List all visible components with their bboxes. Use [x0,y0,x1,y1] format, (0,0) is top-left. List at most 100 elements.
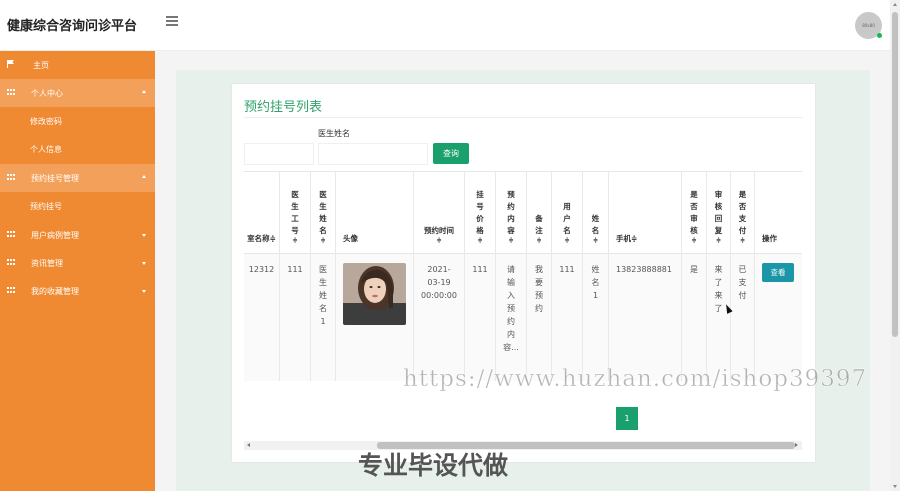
table-header[interactable]: 审 核 回 复 ≑ [707,172,730,254]
sidebar-item-label: 预约挂号管理 [31,174,79,183]
sidebar-item-home[interactable]: 主页 [0,51,155,79]
header-label: 头像 [343,234,358,243]
flag-icon [7,60,14,68]
sidebar-subitem-label: 个人信息 [30,145,62,154]
header-label: 操作 [762,234,777,243]
doctor-name-label: 医生姓名 [318,129,350,138]
cell-doctor-id: 111 [287,265,303,274]
sort-icon: ≑ [536,237,542,244]
table-header[interactable]: 用 户 名 ≑ [552,172,582,254]
table-column: 备 注 ≑ 我 要 预 约 [527,172,552,381]
doctor-name-input[interactable] [318,143,428,165]
table-cell: 111 [465,254,495,381]
sidebar-item-label: 用户病例管理 [31,231,79,240]
sort-icon: ≑ [564,237,570,244]
sort-icon: ≑ [292,237,298,244]
table-header[interactable]: 挂 号 价 格 ≑ [465,172,495,254]
table-column: 是 否 支 付 ≑ 已 支 付 [731,172,755,381]
sidebar-item-label: 资讯管理 [31,259,63,268]
top-bar: 健康综合咨询问诊平台 80x80 [0,0,890,51]
sort-icon: ≑ [477,237,483,244]
table-header[interactable]: 室名称≑ [244,172,279,254]
cell-content: 请 输 入 预 约 内 容... [503,265,519,352]
table-header[interactable]: 手机≑ [609,172,681,254]
cell-phone: 13823888881 [616,265,672,274]
menu-toggle-icon[interactable] [166,16,178,28]
sidebar-subitem-profile[interactable]: 个人信息 [0,135,155,163]
grid-icon [7,259,15,266]
scroll-down-icon[interactable] [893,485,897,488]
cell-time: 2021- 03-19 00:00:00 [421,265,457,300]
header-label: 手机 [616,234,631,243]
table-cell: 111 [552,254,582,381]
department-input[interactable] [244,143,314,165]
scroll-up-icon[interactable] [893,3,897,6]
table-column: 用 户 名 ≑ 111 [552,172,583,381]
table-column: 室名称≑ 12312 [244,172,280,381]
sidebar-item-favorites-management[interactable]: 我的收藏管理 [0,277,155,305]
vertical-scrollbar[interactable] [890,0,900,491]
table-header[interactable]: 姓 名 ≑ [583,172,608,254]
header-label: 审 核 回 复 [714,190,723,235]
header-label: 挂 号 价 格 [476,190,484,235]
table-header: 操作 [755,172,802,254]
sidebar-subitem-appointment[interactable]: 预约挂号 [0,192,155,220]
table-column: 预约时间 ≑ 2021- 03-19 00:00:00 [414,172,465,381]
sidebar: 主页 个人中心 修改密码 个人信息 预约挂号管理 预约挂号 用户病例管理 资讯管… [0,51,155,491]
chevron-down-icon [142,262,146,265]
grid-icon [7,174,15,181]
scrollbar-thumb[interactable] [892,12,898,337]
table-cell: 是 [682,254,706,381]
scroll-left-icon[interactable] [247,443,250,447]
table-cell: 我 要 预 约 [527,254,551,381]
cell-dept: 12312 [248,265,275,274]
sidebar-subitem-change-password[interactable]: 修改密码 [0,107,155,135]
header-label: 医 生 工 号 [291,190,299,235]
grid-icon [7,231,15,238]
table-header[interactable]: 是 否 支 付 ≑ [731,172,754,254]
header-label: 是 否 审 核 [690,190,698,235]
table-cell: 医 生 姓 名 1 [311,254,335,381]
table-header[interactable]: 备 注 ≑ [527,172,551,254]
table-column: 姓 名 ≑ 姓 名 1 [583,172,609,381]
grid-icon [7,287,15,294]
sidebar-item-appointment-management[interactable]: 预约挂号管理 [0,164,155,192]
sort-icon: ≑ [715,237,722,244]
table-header[interactable]: 是 否 审 核 ≑ [682,172,706,254]
cell-price: 111 [472,265,488,274]
table-header[interactable]: 预 约 内 容 ≑ [496,172,526,254]
table-column: 审 核 回 复 ≑ 来 了 来 了 [707,172,731,381]
appointment-table: 室名称≑ 12312 医 生 工 号 ≑ 111 医 生 姓 名 ≑ 医 生 姓 名… [244,171,802,381]
sidebar-item-case-management[interactable]: 用户病例管理 [0,221,155,249]
chevron-up-icon [142,175,146,178]
sort-icon: ≑ [320,237,326,244]
table-cell: 来 了 来 了 [707,254,730,381]
sidebar-subitem-label: 预约挂号 [30,202,62,211]
sort-icon: ≑ [436,237,442,244]
pagination-page-1[interactable]: 1 [616,407,638,430]
table-column: 预 约 内 容 ≑ 请 输 入 预 约 内 容... [496,172,527,381]
doctor-avatar-image [343,263,406,325]
sort-icon: ≑ [592,237,599,244]
table-column: 头像 [336,172,414,381]
sidebar-item-personal-center[interactable]: 个人中心 [0,79,155,107]
table-header[interactable]: 医 生 姓 名 ≑ [311,172,335,254]
scroll-right-icon[interactable] [795,443,798,447]
view-button[interactable]: 查看 [762,263,794,282]
table-header[interactable]: 预约时间 ≑ [414,172,464,254]
table-column: 挂 号 价 格 ≑ 111 [465,172,496,381]
table-cell: 已 支 付 [731,254,754,381]
header-label: 预约时间 [424,226,454,235]
horizontal-scrollbar[interactable] [244,441,802,450]
sidebar-item-label: 主页 [33,61,49,70]
sidebar-item-news-management[interactable]: 资讯管理 [0,249,155,277]
header-label: 用 户 名 [563,202,571,235]
cell-doctor-name: 医 生 姓 名 1 [319,265,327,326]
watermark-text: 专业毕设代做 [358,451,509,480]
sort-icon: ≑ [691,237,697,244]
sort-icon: ≑ [269,234,276,243]
table-header[interactable]: 医 生 工 号 ≑ [280,172,310,254]
table-header: 头像 [336,172,413,254]
table-cell: 请 输 入 预 约 内 容... [496,254,526,381]
search-button[interactable]: 查询 [433,143,469,164]
